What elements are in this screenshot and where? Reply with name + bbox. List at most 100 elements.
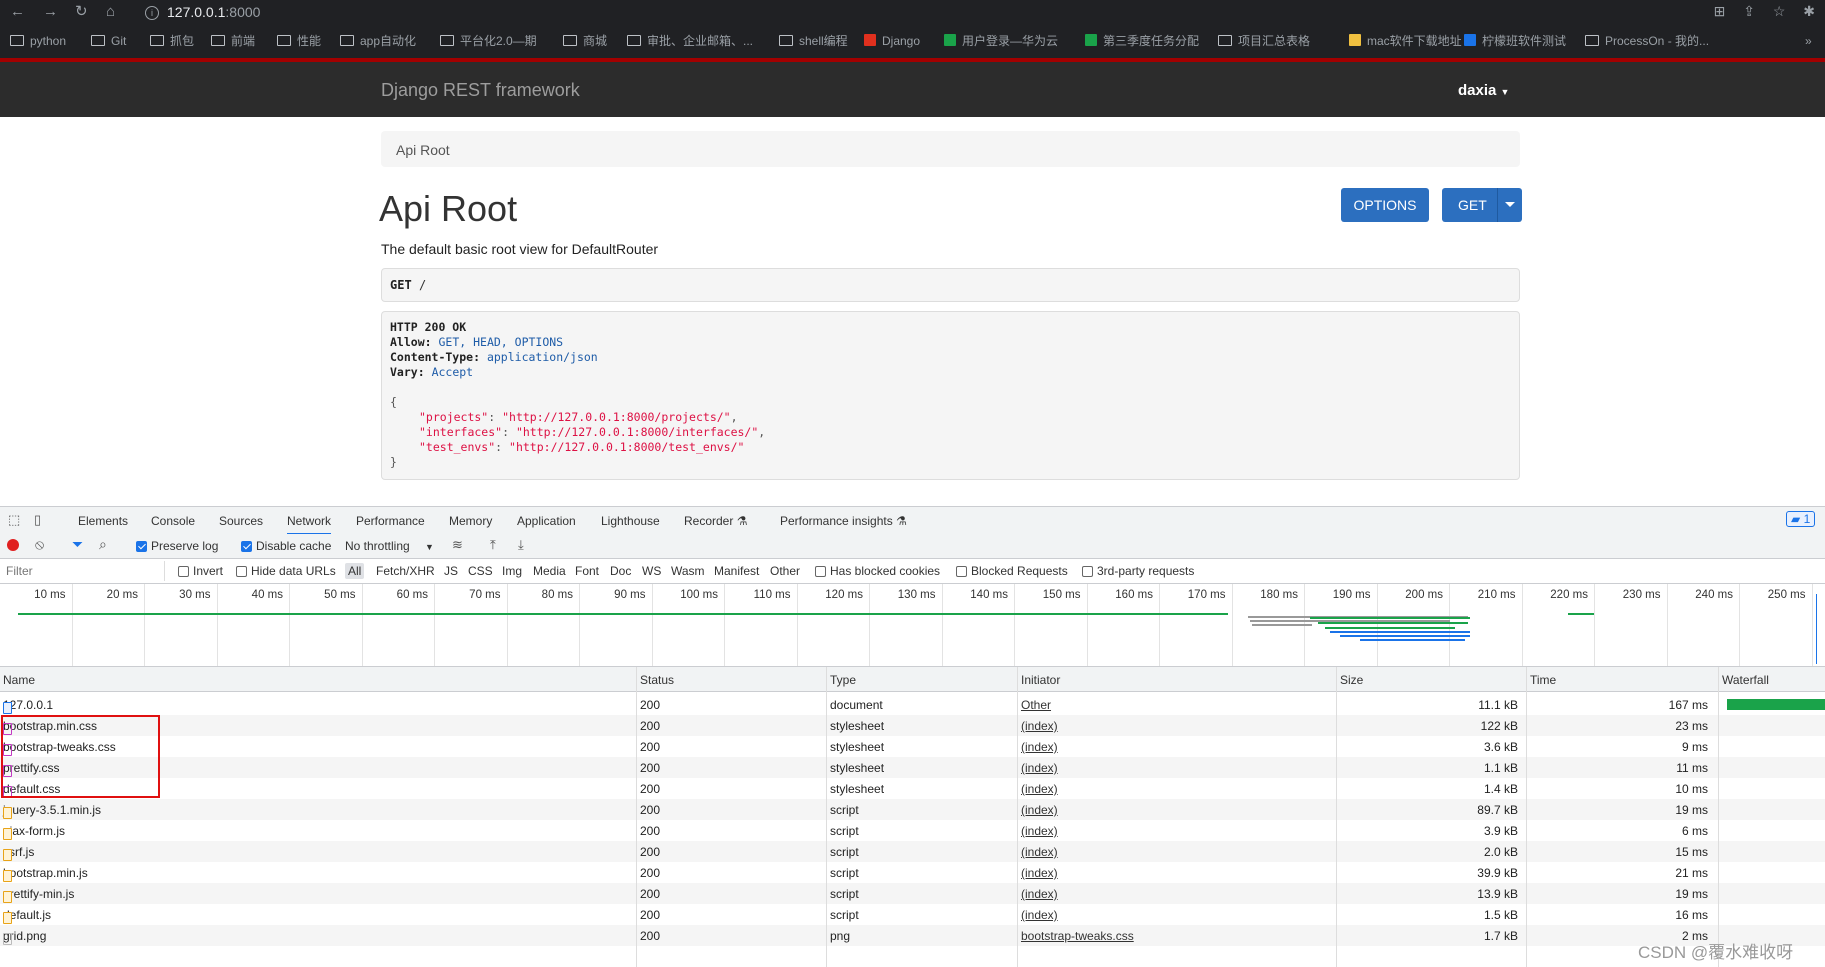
- type-filter-other[interactable]: Other: [770, 564, 800, 578]
- checkbox-unchecked[interactable]: [956, 566, 967, 577]
- column-divider[interactable]: [1336, 667, 1337, 967]
- type-filter-img[interactable]: Img: [502, 564, 522, 578]
- bookmark-item[interactable]: Django: [864, 33, 920, 49]
- import-har-icon[interactable]: ⤒: [490, 537, 496, 553]
- tab-application[interactable]: Application: [517, 514, 576, 528]
- third-party-checkbox[interactable]: 3rd-party requests: [1082, 564, 1194, 578]
- column-divider[interactable]: [1718, 667, 1719, 967]
- throttling-select[interactable]: No throttling ▼: [345, 539, 434, 553]
- bookmark-item[interactable]: mac软件下载地址: [1349, 33, 1462, 49]
- blocked-cookies-checkbox[interactable]: Has blocked cookies: [815, 564, 940, 578]
- column-name[interactable]: Name: [3, 673, 35, 687]
- column-waterfall[interactable]: Waterfall: [1722, 673, 1769, 687]
- request-initiator[interactable]: (index): [1021, 824, 1058, 838]
- bookmark-item[interactable]: 前端: [211, 33, 255, 49]
- tab-sources[interactable]: Sources: [219, 514, 263, 528]
- request-initiator[interactable]: (index): [1021, 845, 1058, 859]
- device-toggle-icon[interactable]: ▯: [34, 512, 41, 528]
- forward-icon[interactable]: →: [43, 3, 58, 21]
- bookmark-item[interactable]: 商城: [563, 33, 607, 49]
- tab-memory[interactable]: Memory: [449, 514, 492, 528]
- reload-icon[interactable]: ↻: [75, 3, 88, 21]
- tab-lighthouse[interactable]: Lighthouse: [601, 514, 660, 528]
- table-row[interactable]: bootstrap.min.css 200 stylesheet (index) 122…: [0, 715, 1825, 736]
- request-initiator[interactable]: (index): [1021, 887, 1058, 901]
- preserve-log-checkbox[interactable]: Preserve log: [136, 539, 218, 553]
- checkbox-unchecked[interactable]: [1082, 566, 1093, 577]
- type-filter-manifest[interactable]: Manifest: [714, 564, 759, 578]
- column-divider[interactable]: [1017, 667, 1018, 967]
- table-row[interactable]: bootstrap-tweaks.css 200 stylesheet (index)…: [0, 736, 1825, 757]
- table-row[interactable]: default.js 200 script (index) 1.5 kB 16 ms: [0, 904, 1825, 925]
- type-filter-wasm[interactable]: Wasm: [671, 564, 705, 578]
- request-initiator[interactable]: (index): [1021, 719, 1058, 733]
- tab-performance-insights[interactable]: Performance insights ⚗: [780, 514, 907, 528]
- inspect-icon[interactable]: ⬚: [8, 512, 20, 528]
- bookmark-item[interactable]: ProcessOn - 我的...: [1585, 33, 1709, 49]
- tab-network[interactable]: Network: [287, 514, 332, 535]
- table-row[interactable]: default.css 200 stylesheet (index) 1.4 kB 10 …: [0, 778, 1825, 799]
- type-filter-media[interactable]: Media: [533, 564, 566, 578]
- clear-icon[interactable]: ⦸: [35, 536, 44, 553]
- filter-input[interactable]: [0, 561, 165, 581]
- network-conditions-icon[interactable]: ≋: [452, 537, 463, 553]
- type-filter-css[interactable]: CSS: [468, 564, 493, 578]
- info-icon[interactable]: i: [145, 6, 159, 21]
- search-icon[interactable]: ⌕: [99, 536, 107, 553]
- bookmark-item[interactable]: 项目汇总表格: [1218, 33, 1310, 49]
- bookmark-item[interactable]: 性能: [277, 33, 321, 49]
- type-filter-fetch[interactable]: Fetch/XHR: [376, 564, 435, 578]
- extensions-icon[interactable]: ✱: [1803, 3, 1815, 19]
- record-icon[interactable]: [7, 539, 19, 551]
- invert-checkbox[interactable]: Invert: [178, 564, 223, 578]
- issues-badge[interactable]: ▰ 1: [1786, 511, 1816, 527]
- checkbox-checked[interactable]: [136, 541, 147, 552]
- bookmark-item[interactable]: 平台化2.0—期: [440, 33, 537, 49]
- options-button[interactable]: OPTIONS: [1341, 188, 1429, 222]
- brand-link[interactable]: Django REST framework: [381, 80, 580, 101]
- checkbox-checked[interactable]: [241, 541, 252, 552]
- request-initiator[interactable]: (index): [1021, 782, 1058, 796]
- bookmark-item[interactable]: app自动化: [340, 33, 416, 49]
- type-filter-js[interactable]: JS: [444, 564, 458, 578]
- table-row[interactable]: bootstrap.min.js 200 script (index) 39.9 kB 2…: [0, 862, 1825, 883]
- type-filter-ws[interactable]: WS: [642, 564, 661, 578]
- type-filter-doc[interactable]: Doc: [610, 564, 631, 578]
- json-link[interactable]: "http://127.0.0.1:8000/test_envs/": [509, 440, 744, 454]
- bookmark-item[interactable]: 抓包: [150, 33, 194, 49]
- table-row[interactable]: ajax-form.js 200 script (index) 3.9 kB 6 ms: [0, 820, 1825, 841]
- bookmark-item[interactable]: python: [10, 33, 66, 49]
- type-filter-font[interactable]: Font: [575, 564, 599, 578]
- json-link[interactable]: "http://127.0.0.1:8000/projects/": [502, 410, 730, 424]
- table-row[interactable]: 127.0.0.1 200 document Other 11.1 kB 167 ms: [0, 694, 1825, 715]
- star-icon[interactable]: ☆: [1773, 3, 1786, 19]
- export-har-icon[interactable]: ⤓: [518, 537, 524, 553]
- bookmark-item[interactable]: 柠檬班软件测试: [1464, 33, 1566, 49]
- column-type[interactable]: Type: [830, 673, 856, 687]
- filter-icon[interactable]: ⏷: [72, 536, 83, 553]
- bookmark-item[interactable]: 审批、企业邮箱、...: [627, 33, 753, 49]
- more-bookmarks-icon[interactable]: »: [1805, 33, 1812, 49]
- network-overview[interactable]: 10 ms 20 ms 30 ms 40 ms 50 ms 60 ms 70 ms 80 ms…: [0, 584, 1825, 667]
- bookmark-item[interactable]: Git: [91, 33, 126, 49]
- column-divider[interactable]: [826, 667, 827, 967]
- translate-icon[interactable]: ⊞: [1714, 3, 1726, 19]
- tab-performance[interactable]: Performance: [356, 514, 425, 528]
- bookmark-item[interactable]: shell编程: [779, 33, 848, 49]
- share-icon[interactable]: ⇪: [1743, 3, 1755, 19]
- request-initiator[interactable]: (index): [1021, 740, 1058, 754]
- breadcrumb-item[interactable]: Api Root: [396, 142, 450, 158]
- tab-elements[interactable]: Elements: [78, 514, 128, 528]
- checkbox-unchecked[interactable]: [236, 566, 247, 577]
- chevron-down-icon[interactable]: [1505, 202, 1515, 207]
- checkbox-unchecked[interactable]: [178, 566, 189, 577]
- request-initiator[interactable]: (index): [1021, 761, 1058, 775]
- address-bar[interactable]: i 127.0.0.1:8000: [145, 2, 260, 22]
- request-initiator[interactable]: (index): [1021, 908, 1058, 922]
- column-status[interactable]: Status: [640, 673, 674, 687]
- column-divider[interactable]: [1526, 667, 1527, 967]
- checkbox-unchecked[interactable]: [815, 566, 826, 577]
- bookmark-item[interactable]: 第三季度任务分配: [1085, 33, 1199, 49]
- user-menu[interactable]: daxia ▼: [1458, 82, 1509, 99]
- table-row[interactable]: prettify-min.js 200 script (index) 13.9 kB 19…: [0, 883, 1825, 904]
